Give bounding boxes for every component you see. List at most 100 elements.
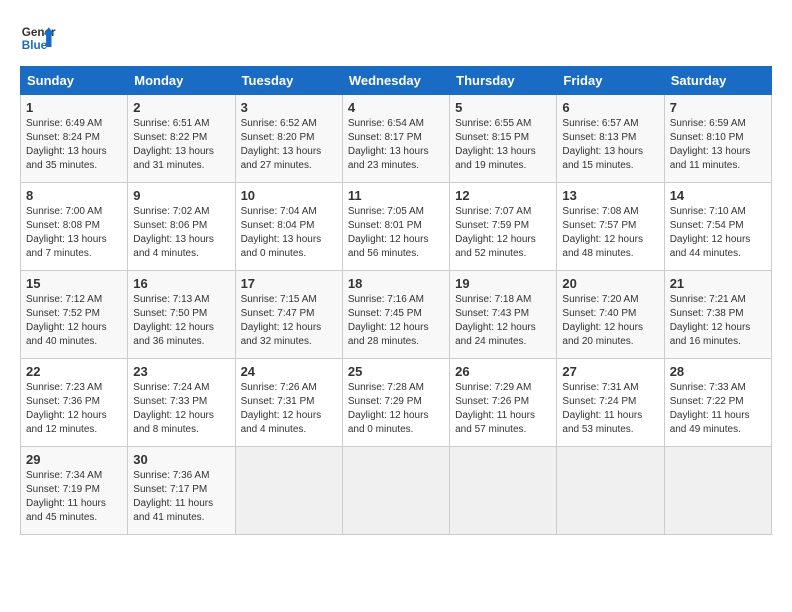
calendar-cell: 28 Sunrise: 7:33 AM Sunset: 7:22 PM Dayli… [664,359,771,447]
day-info: Sunrise: 7:08 AM Sunset: 7:57 PM Dayligh… [562,205,658,261]
calendar-cell: 30 Sunrise: 7:36 AM Sunset: 7:17 PM Dayli… [128,447,235,535]
day-info: Sunrise: 6:51 AM Sunset: 8:22 PM Dayligh… [133,117,229,173]
header: General Blue [20,20,772,56]
day-number: 29 [26,452,122,467]
calendar-cell: 22Sunrise: 7:23 AM Sunset: 7:36 PM Dayli… [21,359,128,447]
calendar-cell: 8 Sunrise: 7:00 AM Sunset: 8:08 PM Daylig… [21,183,128,271]
logo-icon: General Blue [20,20,56,56]
day-number: 2 [133,100,229,115]
day-number: 24 [241,364,337,379]
calendar-cell: 3 Sunrise: 6:52 AM Sunset: 8:20 PM Daylig… [235,95,342,183]
day-info: Sunrise: 6:59 AM Sunset: 8:10 PM Dayligh… [670,117,766,173]
day-number: 25 [348,364,444,379]
calendar-cell: 23 Sunrise: 7:24 AM Sunset: 7:33 PM Dayli… [128,359,235,447]
calendar-cell [557,447,664,535]
day-number: 15 [26,276,122,291]
weekday-header-thursday: Thursday [450,67,557,95]
day-number: 21 [670,276,766,291]
day-info: Sunrise: 7:18 AM Sunset: 7:43 PM Dayligh… [455,293,551,349]
day-number: 26 [455,364,551,379]
calendar-cell: 2 Sunrise: 6:51 AM Sunset: 8:22 PM Daylig… [128,95,235,183]
day-info: Sunrise: 7:05 AM Sunset: 8:01 PM Dayligh… [348,205,444,261]
day-info: Sunrise: 7:13 AM Sunset: 7:50 PM Dayligh… [133,293,229,349]
calendar-cell: 19 Sunrise: 7:18 AM Sunset: 7:43 PM Dayli… [450,271,557,359]
calendar-cell: 4 Sunrise: 6:54 AM Sunset: 8:17 PM Daylig… [342,95,449,183]
day-info: Sunrise: 7:07 AM Sunset: 7:59 PM Dayligh… [455,205,551,261]
day-info: Sunrise: 7:24 AM Sunset: 7:33 PM Dayligh… [133,381,229,437]
day-info: Sunrise: 7:28 AM Sunset: 7:29 PM Dayligh… [348,381,444,437]
day-number: 27 [562,364,658,379]
day-info: Sunrise: 7:15 AM Sunset: 7:47 PM Dayligh… [241,293,337,349]
day-number: 1 [26,100,122,115]
calendar-cell: 16 Sunrise: 7:13 AM Sunset: 7:50 PM Dayli… [128,271,235,359]
day-number: 20 [562,276,658,291]
day-number: 16 [133,276,229,291]
day-number: 11 [348,188,444,203]
weekday-header-tuesday: Tuesday [235,67,342,95]
calendar-cell: 18 Sunrise: 7:16 AM Sunset: 7:45 PM Dayli… [342,271,449,359]
calendar-cell: 11 Sunrise: 7:05 AM Sunset: 8:01 PM Dayli… [342,183,449,271]
day-number: 19 [455,276,551,291]
day-info: Sunrise: 7:02 AM Sunset: 8:06 PM Dayligh… [133,205,229,261]
day-info: Sunrise: 6:49 AM Sunset: 8:24 PM Dayligh… [26,117,122,173]
day-number: 4 [348,100,444,115]
calendar-table: SundayMondayTuesdayWednesdayThursdayFrid… [20,66,772,535]
day-number: 8 [26,188,122,203]
day-number: 9 [133,188,229,203]
calendar-cell: 10 Sunrise: 7:04 AM Sunset: 8:04 PM Dayli… [235,183,342,271]
calendar-cell [450,447,557,535]
day-info: Sunrise: 6:52 AM Sunset: 8:20 PM Dayligh… [241,117,337,173]
calendar-cell: 24 Sunrise: 7:26 AM Sunset: 7:31 PM Dayli… [235,359,342,447]
calendar-cell: 29 Sunrise: 7:34 AM Sunset: 7:19 PM Dayli… [21,447,128,535]
day-info: Sunrise: 6:54 AM Sunset: 8:17 PM Dayligh… [348,117,444,173]
calendar-cell: 13 Sunrise: 7:08 AM Sunset: 7:57 PM Dayli… [557,183,664,271]
calendar-cell: 15Sunrise: 7:12 AM Sunset: 7:52 PM Dayli… [21,271,128,359]
day-number: 18 [348,276,444,291]
day-number: 10 [241,188,337,203]
day-info: Sunrise: 7:10 AM Sunset: 7:54 PM Dayligh… [670,205,766,261]
day-number: 12 [455,188,551,203]
day-number: 30 [133,452,229,467]
weekday-header-saturday: Saturday [664,67,771,95]
day-number: 23 [133,364,229,379]
day-number: 13 [562,188,658,203]
day-info: Sunrise: 7:36 AM Sunset: 7:17 PM Dayligh… [133,469,229,525]
calendar-cell: 5 Sunrise: 6:55 AM Sunset: 8:15 PM Daylig… [450,95,557,183]
calendar-cell: 12 Sunrise: 7:07 AM Sunset: 7:59 PM Dayli… [450,183,557,271]
day-info: Sunrise: 7:21 AM Sunset: 7:38 PM Dayligh… [670,293,766,349]
day-number: 22 [26,364,122,379]
day-info: Sunrise: 7:31 AM Sunset: 7:24 PM Dayligh… [562,381,658,437]
day-number: 17 [241,276,337,291]
weekday-header-wednesday: Wednesday [342,67,449,95]
calendar-cell [664,447,771,535]
calendar-cell: 14 Sunrise: 7:10 AM Sunset: 7:54 PM Dayli… [664,183,771,271]
day-info: Sunrise: 7:26 AM Sunset: 7:31 PM Dayligh… [241,381,337,437]
calendar-cell [235,447,342,535]
day-info: Sunrise: 7:04 AM Sunset: 8:04 PM Dayligh… [241,205,337,261]
calendar-cell: 21 Sunrise: 7:21 AM Sunset: 7:38 PM Dayli… [664,271,771,359]
logo: General Blue [20,20,56,56]
day-info: Sunrise: 7:00 AM Sunset: 8:08 PM Dayligh… [26,205,122,261]
calendar-cell [342,447,449,535]
day-info: Sunrise: 7:34 AM Sunset: 7:19 PM Dayligh… [26,469,122,525]
calendar-cell: 17 Sunrise: 7:15 AM Sunset: 7:47 PM Dayli… [235,271,342,359]
day-number: 6 [562,100,658,115]
day-number: 3 [241,100,337,115]
calendar-cell: 25 Sunrise: 7:28 AM Sunset: 7:29 PM Dayli… [342,359,449,447]
svg-text:Blue: Blue [22,39,48,52]
calendar-cell: 20Sunrise: 7:20 AM Sunset: 7:40 PM Dayli… [557,271,664,359]
day-info: Sunrise: 6:55 AM Sunset: 8:15 PM Dayligh… [455,117,551,173]
weekday-header-friday: Friday [557,67,664,95]
calendar-cell: 9 Sunrise: 7:02 AM Sunset: 8:06 PM Daylig… [128,183,235,271]
day-number: 28 [670,364,766,379]
calendar-cell: 26 Sunrise: 7:29 AM Sunset: 7:26 PM Dayli… [450,359,557,447]
weekday-header-monday: Monday [128,67,235,95]
day-number: 14 [670,188,766,203]
weekday-header-sunday: Sunday [21,67,128,95]
calendar-cell: 27 Sunrise: 7:31 AM Sunset: 7:24 PM Dayli… [557,359,664,447]
day-info: Sunrise: 7:16 AM Sunset: 7:45 PM Dayligh… [348,293,444,349]
calendar-cell: 6Sunrise: 6:57 AM Sunset: 8:13 PM Daylig… [557,95,664,183]
day-info: Sunrise: 7:33 AM Sunset: 7:22 PM Dayligh… [670,381,766,437]
day-info: Sunrise: 7:29 AM Sunset: 7:26 PM Dayligh… [455,381,551,437]
day-number: 5 [455,100,551,115]
